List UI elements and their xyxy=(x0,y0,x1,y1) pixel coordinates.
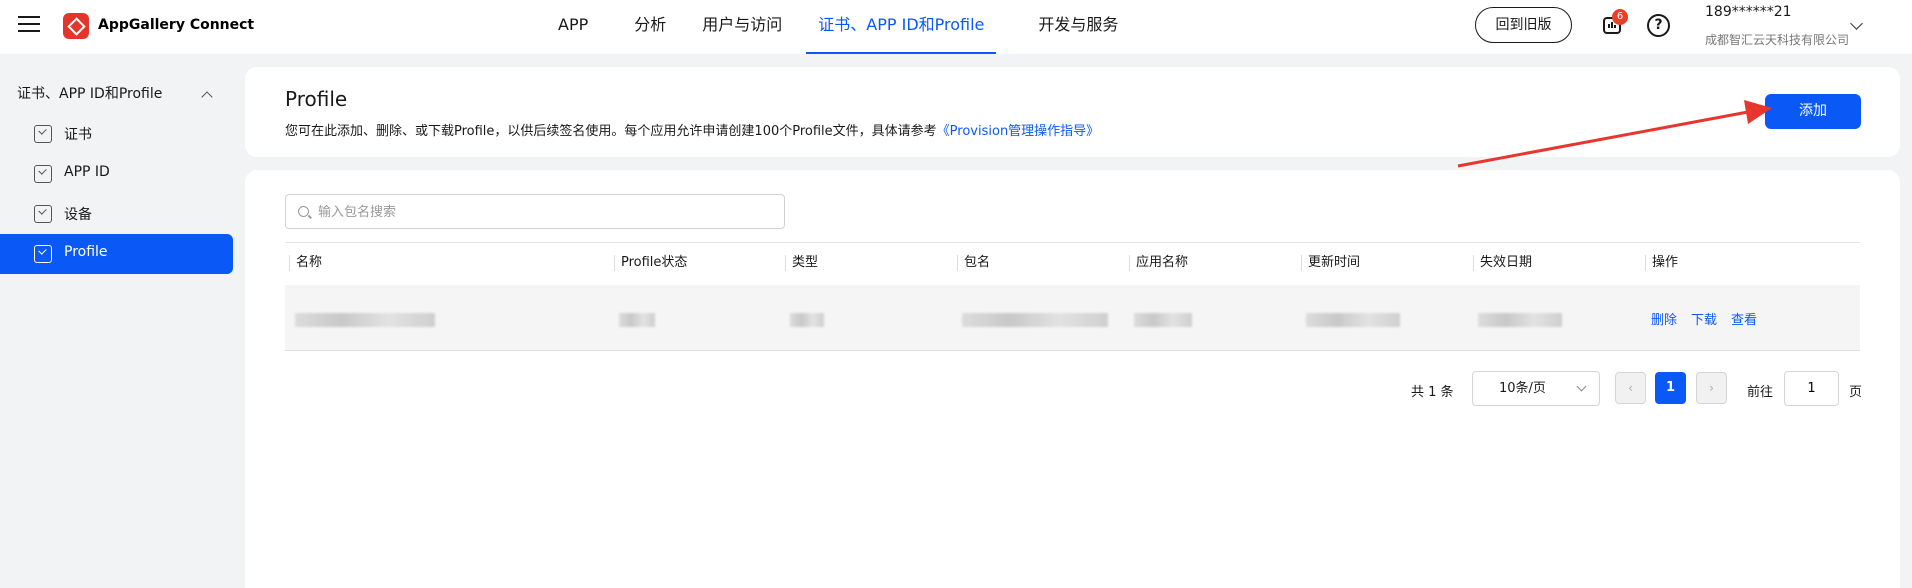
column-header-type: 类型 xyxy=(785,255,818,271)
user-account[interactable]: 189******21 xyxy=(1705,4,1792,20)
prev-page-button[interactable]: ‹ xyxy=(1615,372,1646,404)
redacted-cell xyxy=(790,313,824,327)
redacted-cell xyxy=(1134,313,1192,327)
profile-table: 名称 Profile状态 类型 包名 应用名称 更新时间 失效日期 操作 删除 … xyxy=(285,242,1860,351)
nav-app[interactable]: APP xyxy=(558,0,588,54)
current-page-button[interactable]: 1 xyxy=(1655,372,1686,404)
table-row: 删除 下载 查看 xyxy=(285,285,1860,351)
description-text: 您可在此添加、删除、或下载Profile，以供后续签名使用。每个应用允许申请创建… xyxy=(285,124,937,139)
device-icon xyxy=(34,205,52,223)
sidebar-group-title[interactable]: 证书、APP ID和Profile xyxy=(17,83,162,103)
certificate-icon xyxy=(34,125,52,143)
sidebar-item-device[interactable]: 设备 xyxy=(0,194,233,234)
redacted-cell xyxy=(1306,313,1400,327)
goto-page-input[interactable] xyxy=(1784,371,1839,406)
sidebar-item-label: APP ID xyxy=(64,164,110,180)
search-box[interactable] xyxy=(285,194,785,229)
sidebar: 证书、APP ID和Profile 证书 APP ID 设备 Profile xyxy=(0,54,233,588)
sidebar-item-profile[interactable]: Profile xyxy=(0,234,233,274)
column-header-expiry: 失效日期 xyxy=(1473,255,1532,271)
profile-icon xyxy=(34,245,52,263)
page-unit-label: 页 xyxy=(1849,385,1863,400)
chevron-down-icon xyxy=(1576,381,1587,392)
next-page-button[interactable]: › xyxy=(1696,372,1727,404)
column-header-package: 包名 xyxy=(957,255,990,271)
redacted-cell xyxy=(295,313,435,327)
page-header-card: Profile 您可在此添加、删除、或下载Profile，以供后续签名使用。每个… xyxy=(245,67,1900,157)
table-header: 名称 Profile状态 类型 包名 应用名称 更新时间 失效日期 操作 xyxy=(285,242,1860,285)
redacted-cell xyxy=(619,313,655,327)
column-header-status: Profile状态 xyxy=(614,255,687,271)
sidebar-item-label: 证书 xyxy=(64,127,92,143)
brand-name[interactable]: AppGallery Connect xyxy=(98,17,254,33)
nav-analytics[interactable]: 分析 xyxy=(634,0,666,54)
column-header-app-name: 应用名称 xyxy=(1129,255,1188,271)
redacted-cell xyxy=(962,313,1108,327)
chevron-up-icon[interactable] xyxy=(201,91,213,103)
goto-label: 前往 xyxy=(1747,385,1774,400)
delete-link[interactable]: 删除 xyxy=(1651,309,1677,328)
sidebar-item-label: 设备 xyxy=(64,207,92,223)
appgallery-logo-icon[interactable] xyxy=(63,13,89,39)
page-title: Profile xyxy=(285,87,348,111)
view-link[interactable]: 查看 xyxy=(1731,309,1757,328)
add-profile-button[interactable]: 添加 xyxy=(1765,94,1861,129)
app-id-icon xyxy=(34,165,52,183)
column-header-name: 名称 xyxy=(289,255,322,271)
total-count: 共 1 条 xyxy=(1411,385,1454,400)
back-to-old-version-button[interactable]: 回到旧版 xyxy=(1475,7,1572,43)
column-header-actions: 操作 xyxy=(1645,255,1678,271)
search-icon xyxy=(298,206,309,217)
top-nav: APP 分析 用户与访问 证书、APP ID和Profile 开发与服务 xyxy=(540,0,1154,54)
page-description: 您可在此添加、删除、或下载Profile，以供后续签名使用。每个应用允许申请创建… xyxy=(285,120,1099,139)
profile-list-card: 名称 Profile状态 类型 包名 应用名称 更新时间 失效日期 操作 删除 … xyxy=(245,170,1900,588)
chevron-down-icon[interactable] xyxy=(1850,17,1863,30)
redacted-cell xyxy=(1478,313,1562,327)
help-icon[interactable]: ? xyxy=(1647,14,1670,37)
sidebar-item-label: Profile xyxy=(64,244,108,260)
sidebar-item-app-id[interactable]: APP ID xyxy=(0,154,233,194)
nav-cert-appid-profile[interactable]: 证书、APP ID和Profile xyxy=(806,0,997,54)
page-size-value: 10条/页 xyxy=(1499,381,1546,396)
search-input[interactable] xyxy=(318,201,768,223)
top-header: AppGallery Connect APP 分析 用户与访问 证书、APP I… xyxy=(0,0,1912,54)
sidebar-item-certificate[interactable]: 证书 xyxy=(0,114,233,154)
provision-guide-link[interactable]: 《Provision管理操作指导》 xyxy=(937,124,1100,139)
column-header-updated: 更新时间 xyxy=(1301,255,1360,271)
menu-icon[interactable] xyxy=(18,16,40,34)
download-link[interactable]: 下载 xyxy=(1691,309,1717,328)
user-company: 成都智汇云天科技有限公司 xyxy=(1705,33,1850,47)
nav-users-access[interactable]: 用户与访问 xyxy=(702,0,782,54)
nav-dev-services[interactable]: 开发与服务 xyxy=(1038,0,1118,54)
notification-badge: 6 xyxy=(1612,9,1628,25)
page-size-select[interactable]: 10条/页 xyxy=(1472,371,1600,406)
